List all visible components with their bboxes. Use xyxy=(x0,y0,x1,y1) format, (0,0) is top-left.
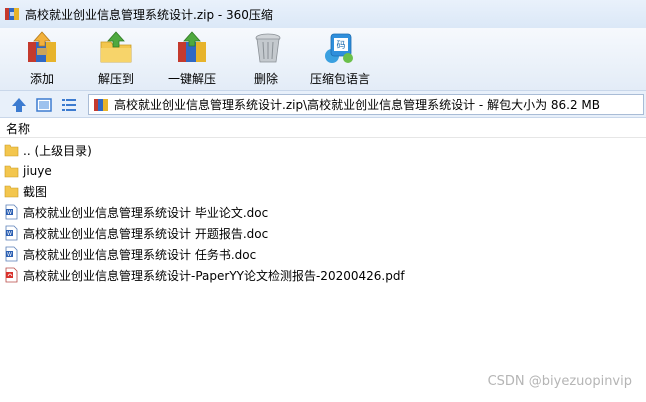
file-name: jiuye xyxy=(23,164,52,178)
folder-icon xyxy=(4,144,19,157)
language-code-icon: 码 xyxy=(325,33,353,63)
one-click-extract-label: 一键解压 xyxy=(167,72,216,86)
archive-path: 高校就业创业信息管理系统设计.zip\高校就业创业信息管理系统设计 - 解包大小… xyxy=(114,98,601,112)
file-name: 截图 xyxy=(23,184,48,199)
add-archive-icon xyxy=(28,31,56,62)
list-item-file[interactable]: W 高校就业创业信息管理系统设计 任务书.doc xyxy=(4,244,256,264)
list-view-icon[interactable] xyxy=(60,96,78,114)
extract-folder-icon xyxy=(100,31,132,63)
delete-label: 删除 xyxy=(253,72,278,86)
list-item-parent-directory[interactable]: .. (上级目录) xyxy=(4,140,92,160)
file-name: 高校就业创业信息管理系统设计-PaperYY论文检测报告-20200426.pd… xyxy=(23,268,405,283)
file-list: 名称 .. (上级目录) jiuye 截图 W 高校就业创业信息管理系统设计 毕… xyxy=(0,118,646,402)
svg-text:W: W xyxy=(7,231,12,237)
delete-button[interactable]: 删除 xyxy=(250,30,282,88)
add-button[interactable]: 添加 xyxy=(22,30,62,88)
csdn-watermark: CSDN @biyezuopinvip xyxy=(487,374,632,389)
one-click-extract-button[interactable]: 一键解压 xyxy=(166,30,218,88)
list-item-folder[interactable]: jiuye xyxy=(4,161,52,181)
folder-icon xyxy=(4,185,19,198)
svg-text:码: 码 xyxy=(336,40,345,51)
svg-text:W: W xyxy=(7,252,12,258)
extract-to-label: 解压到 xyxy=(97,72,134,86)
archive-language-label: 压缩包语言 xyxy=(309,72,370,86)
word-document-icon: W xyxy=(5,246,18,262)
pdf-document-icon xyxy=(5,267,18,283)
file-name: 高校就业创业信息管理系统设计 毕业论文.doc xyxy=(23,205,269,220)
up-arrow-icon[interactable] xyxy=(10,96,28,114)
word-document-icon: W xyxy=(5,204,18,220)
thumbnail-view-icon[interactable] xyxy=(35,96,53,114)
file-name: .. (上级目录) xyxy=(23,143,92,158)
archive-language-button[interactable]: 码 压缩包语言 xyxy=(308,30,372,88)
column-header-name[interactable]: 名称 xyxy=(0,120,646,138)
path-field[interactable]: 高校就业创业信息管理系统设计.zip\高校就业创业信息管理系统设计 - 解包大小… xyxy=(88,94,644,115)
add-label: 添加 xyxy=(29,72,54,86)
title-bar: 高校就业创业信息管理系统设计.zip - 360压缩 xyxy=(0,0,646,28)
list-item-file[interactable]: W 高校就业创业信息管理系统设计 毕业论文.doc xyxy=(4,202,268,222)
one-click-extract-icon xyxy=(178,31,206,62)
archive-app-icon xyxy=(4,6,20,22)
file-name: 高校就业创业信息管理系统设计 开题报告.doc xyxy=(23,226,269,241)
trash-bin-icon xyxy=(255,33,281,63)
address-bar: 高校就业创业信息管理系统设计.zip\高校就业创业信息管理系统设计 - 解包大小… xyxy=(0,90,646,118)
folder-icon xyxy=(4,165,19,178)
extract-to-button[interactable]: 解压到 xyxy=(94,30,138,88)
file-name: 高校就业创业信息管理系统设计 任务书.doc xyxy=(23,247,257,262)
list-item-file[interactable]: W 高校就业创业信息管理系统设计 开题报告.doc xyxy=(4,223,268,243)
svg-text:W: W xyxy=(7,210,12,216)
list-item-folder[interactable]: 截图 xyxy=(4,181,47,201)
window-title: 高校就业创业信息管理系统设计.zip - 360压缩 xyxy=(25,7,273,22)
list-item-file[interactable]: 高校就业创业信息管理系统设计-PaperYY论文检测报告-20200426.pd… xyxy=(4,265,405,285)
word-document-icon: W xyxy=(5,225,18,241)
zip-archive-icon xyxy=(94,98,108,111)
main-toolbar: 添加 解压到 一键解压 删除 码 压缩包语言 xyxy=(0,28,646,90)
